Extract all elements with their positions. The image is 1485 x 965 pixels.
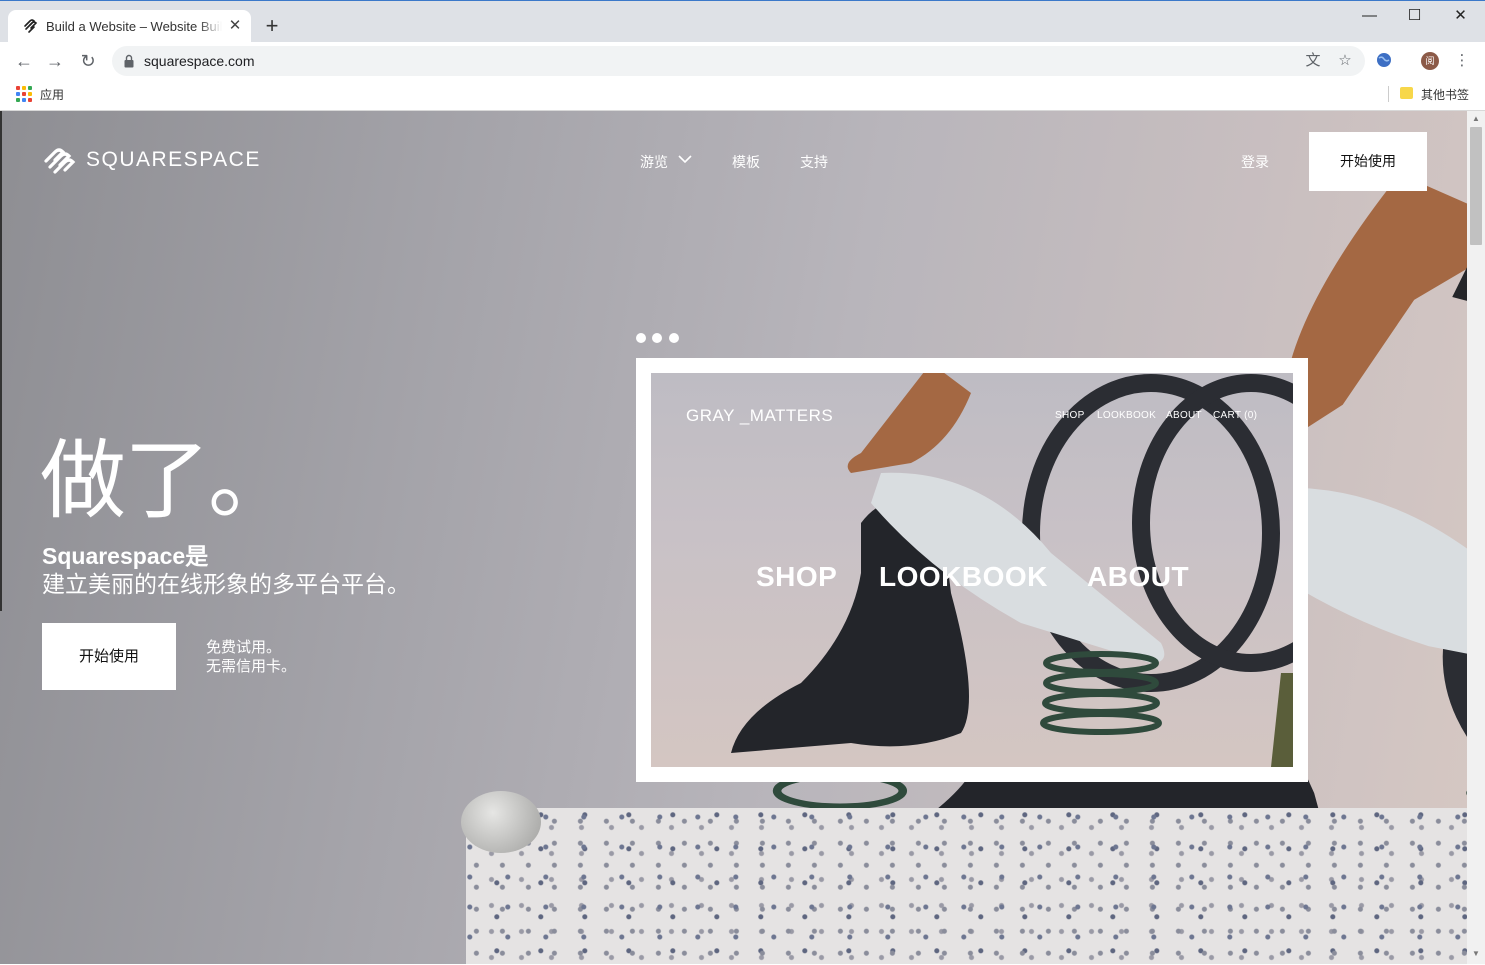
mockup-nav-lookbook: LOOKBOOK xyxy=(1097,410,1157,421)
folder-icon[interactable] xyxy=(1400,87,1413,99)
mockup-link-shop: SHOP xyxy=(756,561,838,592)
new-tab-button[interactable]: + xyxy=(260,15,284,39)
hero-title: 做了。 xyxy=(40,431,294,531)
get-started-header-button[interactable]: 开始使用 xyxy=(1309,132,1427,191)
tab-strip: Build a Website – Website Builder ✕ + — … xyxy=(0,0,1485,44)
chevron-down-icon[interactable] xyxy=(678,154,692,164)
carousel-dots xyxy=(636,333,684,345)
lock-icon xyxy=(124,54,134,68)
bookmarks-bar: 应用 其他书签 xyxy=(0,80,1485,110)
template-preview: GRAY _MATTERS SHOP LOOKBOOK ABOUT CART (… xyxy=(651,373,1293,767)
mockup-nav-about: ABOUT xyxy=(1166,410,1202,421)
login-link[interactable]: 登录 xyxy=(1241,152,1269,172)
other-bookmarks[interactable]: 其他书签 xyxy=(1421,86,1469,103)
squarespace-logo-text[interactable]: SQUARESPACE xyxy=(86,148,261,172)
nav-support[interactable]: 支持 xyxy=(800,152,828,172)
bookmarks-divider xyxy=(1388,86,1389,102)
nav-templates[interactable]: 模板 xyxy=(732,152,760,172)
translate-icon[interactable]: 文 xyxy=(1304,52,1322,70)
scroll-thumb[interactable] xyxy=(1470,127,1482,245)
mockup-nav-shop: SHOP xyxy=(1055,410,1085,421)
mockup-nav-cart: CART (0) xyxy=(1213,410,1258,421)
forward-arrow-icon[interactable]: → xyxy=(44,50,66,72)
template-preview-frame[interactable]: GRAY _MATTERS SHOP LOOKBOOK ABOUT CART (… xyxy=(636,358,1308,782)
maximize-button[interactable]: ☐ xyxy=(1392,5,1437,27)
profile-avatar[interactable]: 阅 xyxy=(1421,52,1439,70)
squarespace-favicon-icon xyxy=(24,19,38,33)
apps-grid-icon[interactable] xyxy=(16,86,32,102)
mockup-link-lookbook: LOOKBOOK xyxy=(879,561,1048,592)
carousel-dot[interactable] xyxy=(636,333,646,343)
minimize-button[interactable]: — xyxy=(1347,5,1392,27)
squarespace-logo-icon[interactable] xyxy=(42,147,78,175)
menu-kebab-icon[interactable]: ⋮ xyxy=(1453,52,1471,70)
carousel-dot[interactable] xyxy=(669,333,679,343)
get-started-hero-button[interactable]: 开始使用 xyxy=(42,623,176,690)
apps-bookmark[interactable]: 应用 xyxy=(40,86,64,103)
browser-tab[interactable]: Build a Website – Website Builder ✕ xyxy=(8,10,251,44)
hero-subtitle-line2: 建立美丽的在线形象的多平台平台。 xyxy=(42,571,410,597)
scroll-up-arrow-icon[interactable]: ▲ xyxy=(1471,114,1481,124)
mockup-link-about: ABOUT xyxy=(1087,561,1190,592)
extension-globe-icon[interactable] xyxy=(1375,52,1393,70)
back-arrow-icon[interactable]: ← xyxy=(13,50,35,72)
tab-close-icon[interactable]: ✕ xyxy=(227,18,243,34)
page-scrollbar[interactable]: ▲ ▼ xyxy=(1467,111,1485,964)
no-credit-card-text: 无需信用卡。 xyxy=(206,658,297,675)
browser-toolbar: ← → ↻ squarespace.com 文 ☆ 阅 ⋮ xyxy=(0,42,1485,80)
browser-chrome: Build a Website – Website Builder ✕ + — … xyxy=(0,0,1485,111)
bookmark-star-icon[interactable]: ☆ xyxy=(1336,52,1354,70)
carousel-dot[interactable] xyxy=(652,333,662,343)
terrazzo-pedestal xyxy=(466,808,1467,964)
nav-browse[interactable]: 游览 xyxy=(640,152,668,172)
squarespace-homepage: SQUARESPACE 游览 模板 支持 登录 开始使用 做了。 Squares… xyxy=(0,111,1467,964)
url-text: squarespace.com xyxy=(144,53,255,69)
tab-title: Build a Website – Website Builder xyxy=(46,19,222,34)
pebble xyxy=(461,791,541,853)
scroll-down-arrow-icon[interactable]: ▼ xyxy=(1471,949,1481,959)
close-window-button[interactable]: ✕ xyxy=(1438,5,1483,27)
reload-icon[interactable]: ↻ xyxy=(77,50,99,72)
mockup-logo: GRAY _MATTERS xyxy=(686,406,834,425)
address-bar[interactable]: squarespace.com 文 ☆ xyxy=(112,46,1365,76)
free-trial-text: 免费试用。 xyxy=(206,639,282,656)
